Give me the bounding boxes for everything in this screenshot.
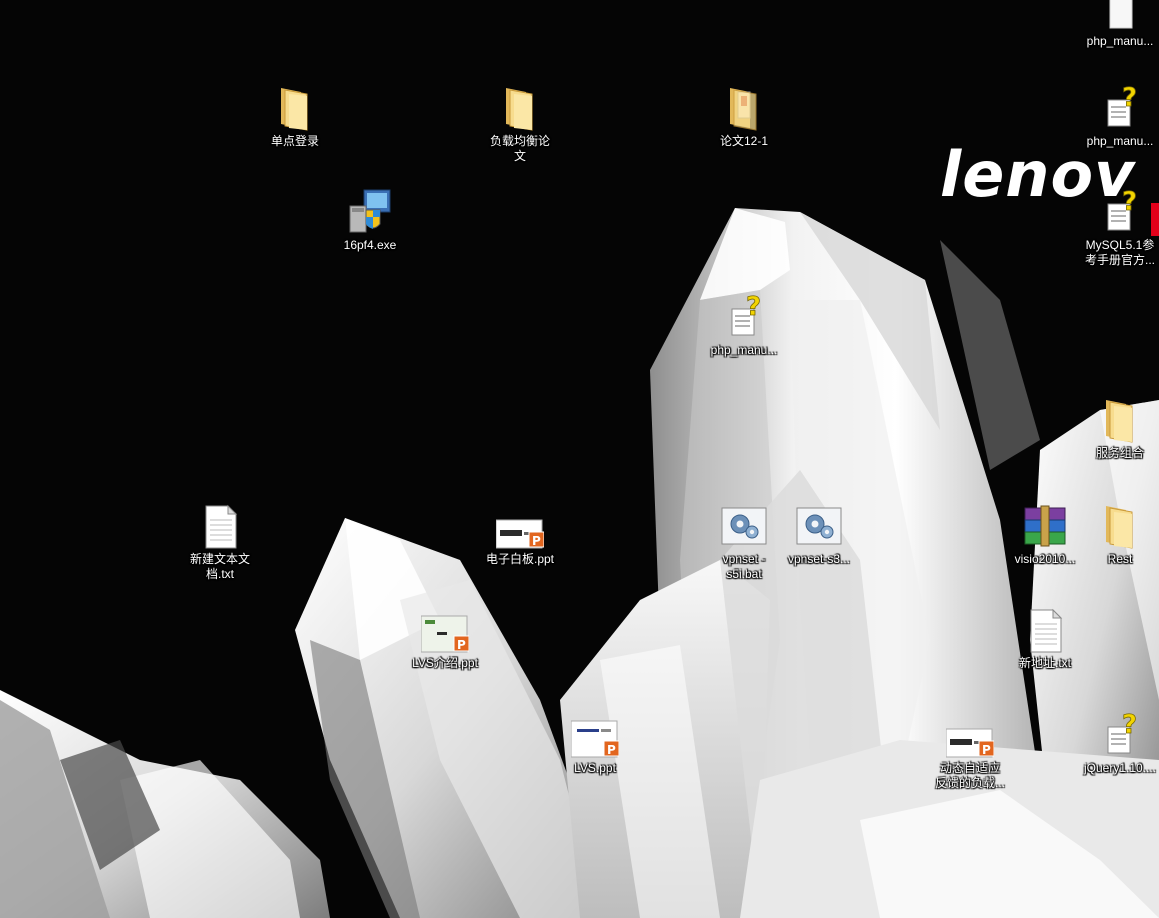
desktop-icon-dynamic-adaptive-feedback-ppt[interactable]: P 动态自适应 反馈的负载... [925,711,1015,791]
desktop-icon-new-address-txt[interactable]: 新地址.txt [1000,606,1090,671]
text-file-icon [205,504,238,549]
batch-file-icon [796,507,842,545]
icon-label: php_manu... [1086,134,1154,148]
desktop-icon-service-composition-folder[interactable]: 服务组合 [1075,396,1159,461]
installer-icon [349,189,391,233]
folder-icon [281,88,308,131]
desktop-icon-php-manual-1[interactable]: php_manu... [1075,0,1159,49]
icon-label: 负载均衡论 文 [489,134,550,163]
svg-text:?: ? [1122,188,1137,217]
icon-label: 新地址.txt [1018,656,1071,670]
svg-text:?: ? [746,293,761,322]
folder-icon [506,88,533,131]
icon-label: Rest [1107,552,1133,566]
icon-label: 新建文本文 档.txt [189,552,250,581]
svg-text:P: P [457,638,466,652]
icon-label: 16pf4.exe [343,238,397,252]
icon-label: 论文12-1 [719,134,769,148]
ppt-file-icon: P [496,519,544,549]
rar-archive-icon [1024,505,1066,547]
desktop-icon-single-sign-on-folder[interactable]: 单点登录 [250,84,340,149]
icon-label: LVS介绍.ppt [412,656,478,670]
icon-label: LVS.ppt [574,761,616,775]
ppt-file-icon: P [421,615,469,653]
desktop-icon-lvs-ppt[interactable]: P LVS.ppt [550,711,640,776]
document-icon [1109,0,1133,29]
icon-label: vpnset-s3... [787,552,851,566]
desktop[interactable]: lenov php_manu... 单点登录 负载均衡论 文 论文12-1 ? … [0,0,1159,918]
svg-text:P: P [607,743,616,757]
desktop-icon-electronic-whiteboard-ppt[interactable]: P 电子白板.ppt [475,502,565,567]
help-file-icon: ? [1107,188,1137,231]
desktop-icon-vpnset-s3-bat[interactable]: vpnset-s3... [774,502,864,567]
icon-label: 电子白板.ppt [485,552,555,566]
icon-label: MySQL5.1参 考手册官方... [1084,238,1155,267]
icon-label: php_manu... [1086,34,1154,48]
icon-label: php_manu... [710,343,778,357]
icon-label: vpnset - s5i.bat [722,552,766,581]
desktop-icon-jquery-manual[interactable]: ? jQuery1.10.... [1075,711,1159,776]
ppt-file-icon: P [946,728,994,758]
desktop-icon-lvs-intro-ppt[interactable]: P LVS介绍.ppt [400,606,490,671]
desktop-icon-rest-folder[interactable]: Rest [1075,502,1159,567]
svg-text:?: ? [1122,711,1137,740]
desktop-icon-php-manual-2[interactable]: ? php_manu... [1075,84,1159,149]
help-file-icon: ? [1107,711,1137,754]
desktop-icon-load-balancing-paper-folder[interactable]: 负载均衡论 文 [475,84,565,164]
icon-label: 动态自适应 反馈的负载... [934,761,1005,790]
svg-text:?: ? [1122,84,1137,113]
icon-label: jQuery1.10.... [1083,761,1157,775]
help-file-icon: ? [731,293,761,336]
svg-text:P: P [982,743,991,757]
desktop-icon-16pf4-exe[interactable]: 16pf4.exe [325,188,415,253]
desktop-icon-paper-12-1-folder[interactable]: 论文12-1 [699,84,789,149]
desktop-icon-new-text-document[interactable]: 新建文本文 档.txt [175,502,265,582]
icon-label: visio2010... [1014,552,1076,566]
svg-text:P: P [532,534,541,548]
folder-icon [1106,506,1133,549]
batch-file-icon [721,507,767,545]
text-file-icon [1030,608,1063,653]
icon-label: 服务组合 [1095,446,1144,460]
folder-with-document-icon [730,88,757,131]
desktop-icon-mysql-manual[interactable]: ? MySQL5.1参 考手册官方... [1075,188,1159,268]
icon-label: 单点登录 [270,134,319,148]
ppt-file-icon: P [571,720,619,758]
desktop-icon-php-manual-3[interactable]: ? php_manu... [699,293,789,358]
folder-icon [1106,400,1133,443]
help-file-icon: ? [1107,84,1137,127]
